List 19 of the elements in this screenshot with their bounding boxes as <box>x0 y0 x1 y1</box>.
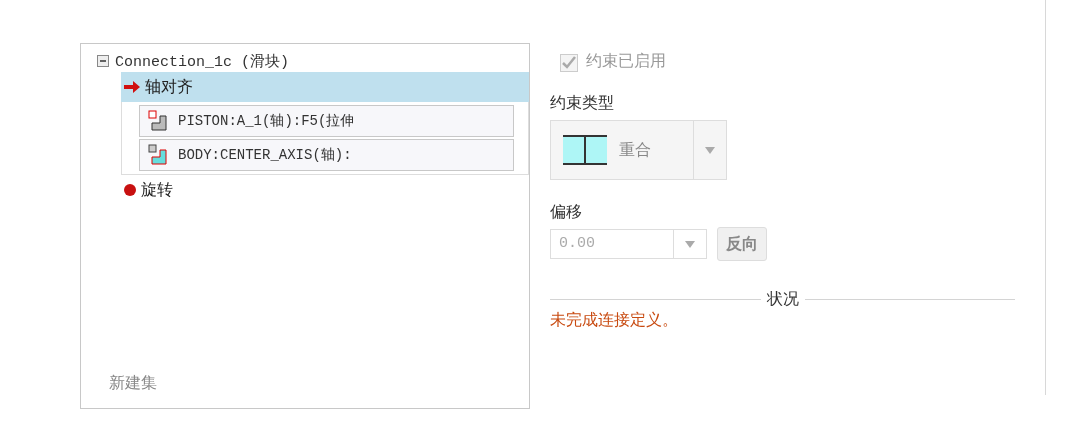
tree-item[interactable]: 轴对齐 <box>121 72 529 102</box>
caret-icon <box>685 240 695 248</box>
new-set-link[interactable]: 新建集 <box>109 373 157 394</box>
caret-icon <box>705 146 715 154</box>
status-dot-icon <box>123 183 137 197</box>
reference-item[interactable]: BODY:CENTER_AXIS(轴): <box>139 139 514 171</box>
reference-item[interactable]: PISTON:A_1(轴):F5(拉伸 <box>139 105 514 137</box>
constraint-type-label: 约束类型 <box>550 93 614 114</box>
status-message: 未完成连接定义。 <box>550 310 678 331</box>
tree-item[interactable]: 旋转 <box>121 175 529 205</box>
checkbox-label: 约束已启用 <box>586 51 666 72</box>
part-icon <box>148 144 170 166</box>
collapse-icon[interactable] <box>97 55 109 67</box>
connection-label[interactable]: Connection_1c (滑块) <box>115 51 290 71</box>
part-icon <box>148 110 170 132</box>
status-heading: 状况 <box>766 289 799 310</box>
offset-label: 偏移 <box>550 202 582 223</box>
coincident-icon <box>563 135 607 165</box>
arrow-icon <box>123 80 141 94</box>
